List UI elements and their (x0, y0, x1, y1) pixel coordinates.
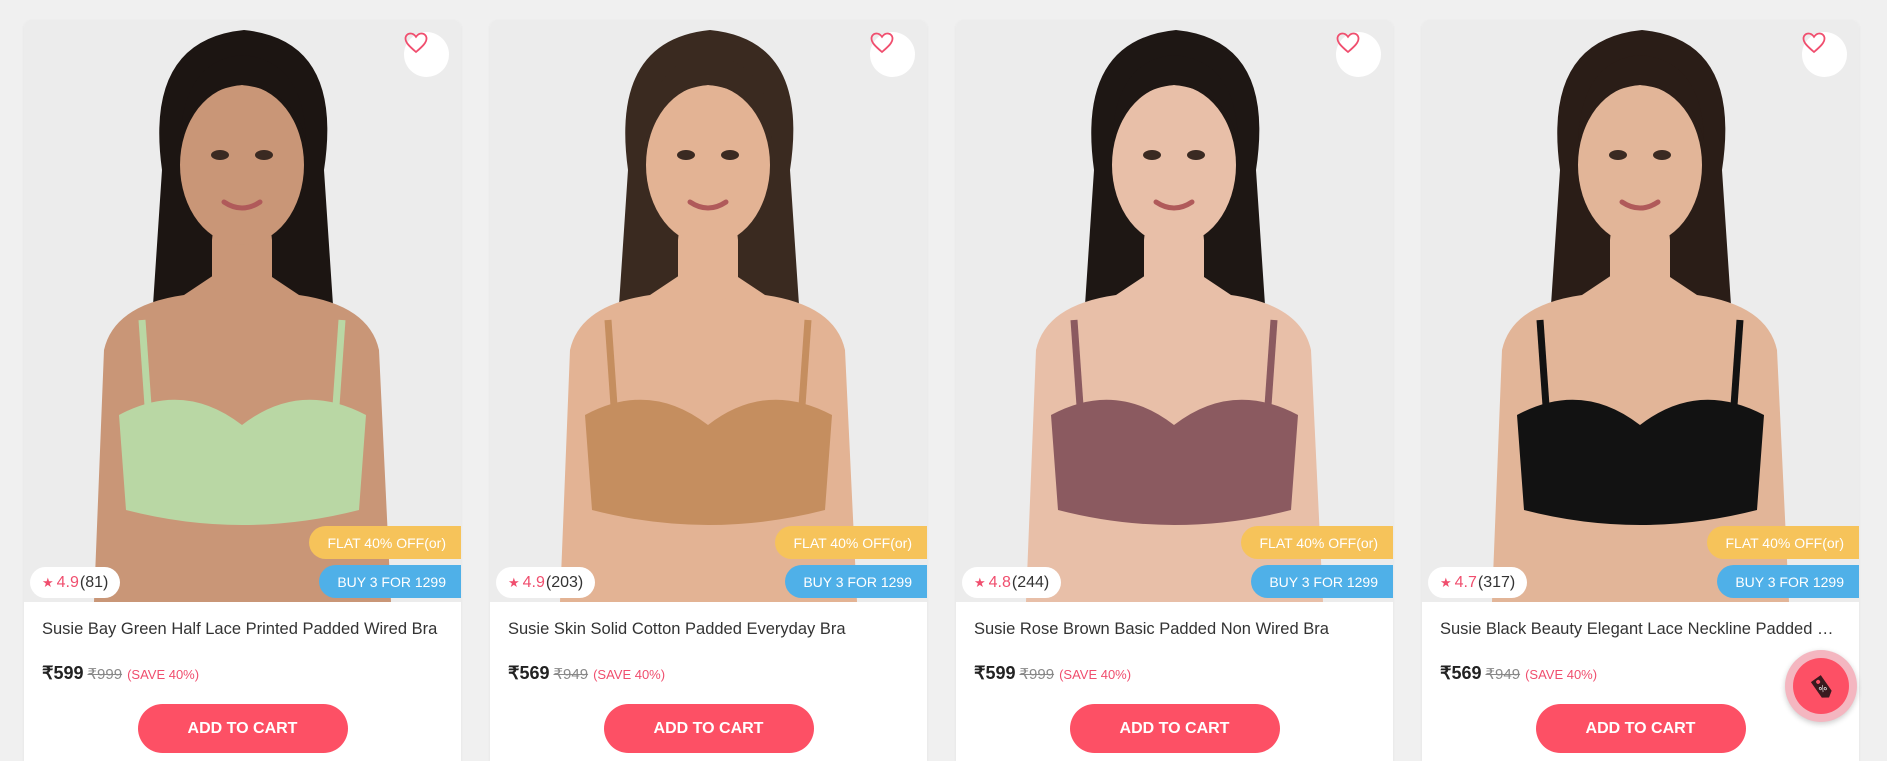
product-title[interactable]: Susie Skin Solid Cotton Padded Everyday … (508, 620, 909, 639)
product-grid: FLAT 40% OFF(or) BUY 3 FOR 1299 ★ 4.9 (8… (24, 20, 1859, 761)
star-icon: ★ (1440, 574, 1452, 590)
flat-offer-text: FLAT 40% OFF(or) (327, 534, 446, 551)
product-card[interactable]: FLAT 40% OFF(or) BUY 3 FOR 1299 ★ 4.9 (2… (490, 20, 927, 761)
heart-icon (404, 32, 428, 54)
flat-offer-text: FLAT 40% OFF(or) (1259, 534, 1378, 551)
discount-label: (SAVE 40%) (1525, 667, 1598, 682)
product-title[interactable]: Susie Bay Green Half Lace Printed Padded… (42, 620, 443, 639)
review-count: (317) (1477, 573, 1516, 591)
rating-value: 4.7 (1454, 573, 1477, 591)
rating-badge: ★ 4.7 (317) (1428, 567, 1528, 598)
price-row: ₹599 ₹999 (SAVE 40%) (42, 663, 443, 684)
heart-icon (870, 32, 894, 54)
rating-value: 4.8 (988, 573, 1011, 591)
star-icon: ★ (508, 574, 520, 590)
add-to-cart-button[interactable]: ADD TO CART (137, 704, 348, 753)
heart-icon (1802, 32, 1826, 54)
review-count: (81) (79, 573, 109, 591)
discount-label: (SAVE 40%) (1059, 667, 1132, 682)
wishlist-button[interactable] (404, 32, 449, 77)
buy3-offer-text: BUY 3 FOR 1299 (337, 573, 446, 590)
star-icon: ★ (42, 574, 54, 590)
add-to-cart-button[interactable]: ADD TO CART (603, 704, 814, 753)
discount-label: (SAVE 40%) (593, 667, 666, 682)
heart-icon (1336, 32, 1360, 54)
discount-label: (SAVE 40%) (127, 667, 200, 682)
product-image[interactable]: FLAT 40% OFF(or) BUY 3 FOR 1299 ★ 4.9 (8… (24, 20, 461, 602)
buy3-offer-badge: BUY 3 FOR 1299 (1717, 565, 1859, 598)
sale-price: ₹599 (42, 663, 84, 683)
wishlist-button[interactable] (1336, 32, 1381, 77)
flat-offer-badge: FLAT 40% OFF(or) (1707, 526, 1859, 559)
sale-price: ₹569 (508, 663, 550, 683)
price-row: ₹599 ₹999 (SAVE 40%) (974, 663, 1375, 684)
add-to-cart-button[interactable]: ADD TO CART (1069, 704, 1280, 753)
offer-tag-icon: % (1793, 658, 1849, 714)
buy3-offer-badge: BUY 3 FOR 1299 (1251, 565, 1393, 598)
product-image[interactable]: FLAT 40% OFF(or) BUY 3 FOR 1299 ★ 4.7 (3… (1422, 20, 1859, 602)
rating-badge: ★ 4.9 (81) (30, 567, 121, 598)
product-info: Susie Bay Green Half Lace Printed Padded… (24, 602, 461, 753)
flat-offer-text: FLAT 40% OFF(or) (793, 534, 912, 551)
buy3-offer-badge: BUY 3 FOR 1299 (319, 565, 461, 598)
floating-offers-button[interactable]: % (1785, 650, 1857, 722)
sale-price: ₹599 (974, 663, 1016, 683)
rating-badge: ★ 4.9 (203) (496, 567, 596, 598)
buy3-offer-text: BUY 3 FOR 1299 (1269, 573, 1378, 590)
buy3-offer-text: BUY 3 FOR 1299 (803, 573, 912, 590)
model-photo (490, 20, 927, 602)
product-title[interactable]: Susie Black Beauty Elegant Lace Neckline… (1440, 620, 1841, 639)
product-card[interactable]: FLAT 40% OFF(or) BUY 3 FOR 1299 ★ 4.9 (8… (24, 20, 461, 761)
price-row: ₹569 ₹949 (SAVE 40%) (1440, 663, 1841, 684)
rating-value: 4.9 (522, 573, 545, 591)
rating-badge: ★ 4.8 (244) (962, 567, 1062, 598)
review-count: (203) (545, 573, 584, 591)
model-photo (956, 20, 1393, 602)
sale-price: ₹569 (1440, 663, 1482, 683)
rating-value: 4.9 (56, 573, 79, 591)
buy3-offer-text: BUY 3 FOR 1299 (1735, 573, 1844, 590)
add-to-cart-button[interactable]: ADD TO CART (1535, 704, 1746, 753)
star-icon: ★ (974, 574, 986, 590)
flat-offer-badge: FLAT 40% OFF(or) (775, 526, 927, 559)
original-price: ₹999 (1019, 666, 1055, 683)
product-image[interactable]: FLAT 40% OFF(or) BUY 3 FOR 1299 ★ 4.8 (2… (956, 20, 1393, 602)
original-price: ₹949 (553, 666, 589, 683)
product-card[interactable]: FLAT 40% OFF(or) BUY 3 FOR 1299 ★ 4.8 (2… (956, 20, 1393, 761)
wishlist-button[interactable] (1802, 32, 1847, 77)
product-info: Susie Rose Brown Basic Padded Non Wired … (956, 602, 1393, 753)
product-title[interactable]: Susie Rose Brown Basic Padded Non Wired … (974, 620, 1375, 639)
flat-offer-text: FLAT 40% OFF(or) (1725, 534, 1844, 551)
buy3-offer-badge: BUY 3 FOR 1299 (785, 565, 927, 598)
product-image[interactable]: FLAT 40% OFF(or) BUY 3 FOR 1299 ★ 4.9 (2… (490, 20, 927, 602)
original-price: ₹999 (87, 666, 123, 683)
model-photo (1422, 20, 1859, 602)
flat-offer-badge: FLAT 40% OFF(or) (1241, 526, 1393, 559)
review-count: (244) (1011, 573, 1050, 591)
flat-offer-badge: FLAT 40% OFF(or) (309, 526, 461, 559)
product-card[interactable]: FLAT 40% OFF(or) BUY 3 FOR 1299 ★ 4.7 (3… (1422, 20, 1859, 761)
price-row: ₹569 ₹949 (SAVE 40%) (508, 663, 909, 684)
product-info: Susie Skin Solid Cotton Padded Everyday … (490, 602, 927, 753)
wishlist-button[interactable] (870, 32, 915, 77)
model-photo (24, 20, 461, 602)
original-price: ₹949 (1485, 666, 1521, 683)
